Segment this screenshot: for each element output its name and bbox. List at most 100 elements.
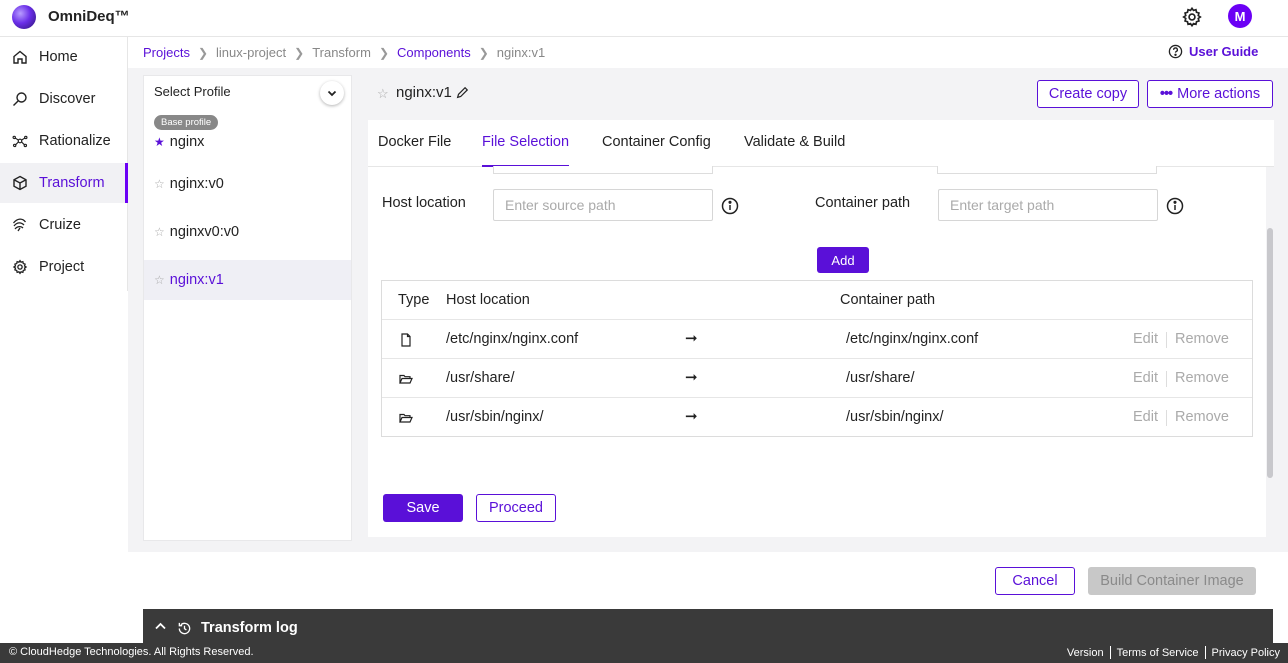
divider [1166,371,1167,387]
column-header-container: Container path [840,292,936,308]
user-avatar[interactable]: M [1228,4,1252,28]
tab-validate-build[interactable]: Validate & Build [744,134,845,167]
arrow-right-icon: ➞ [685,408,698,425]
discover-icon [12,91,28,107]
rationalize-icon [12,133,28,149]
sidebar-item-project[interactable]: Project [0,247,128,287]
divider [1109,646,1111,659]
host-path: /etc/nginx/nginx.conf [446,331,579,347]
star-outline-icon[interactable]: ☆ [154,177,165,191]
pencil-icon[interactable] [455,86,469,100]
sidebar-item-label: Transform [39,175,105,191]
profile-item-label: nginx:v0 [169,176,224,192]
profile-item-label: nginx:v1 [169,272,224,288]
sidebar-item-transform[interactable]: Transform [0,163,128,203]
breadcrumb-components[interactable]: Components [397,45,471,60]
sidebar-item-label: Cruize [39,217,81,233]
tab-docker-file[interactable]: Docker File [378,134,451,167]
sidebar-item-label: Project [39,259,85,275]
brand-name: OmniDeq™ [48,8,130,25]
remove-button[interactable]: Remove [1175,409,1229,425]
profile-panel: Select Profile Base profile ★ nginx ☆ ng… [143,75,352,541]
breadcrumb-project[interactable]: linux-project [216,45,286,60]
folder-open-icon [399,374,413,384]
info-icon[interactable] [1166,197,1184,215]
divider [1166,410,1167,426]
folder-open-icon [399,413,413,423]
sidebar-item-label: Discover [39,91,96,107]
edit-button[interactable]: Edit [1133,331,1158,347]
profile-item-active[interactable]: ☆ nginx:v1 [144,260,351,300]
clipped-input [937,166,1157,174]
cancel-button[interactable]: Cancel [995,567,1075,595]
dots-icon: ••• [1159,86,1173,102]
container-path: /etc/nginx/nginx.conf [846,331,979,347]
breadcrumb: Projects ❯ linux-project ❯ Transform ❯ C… [143,45,545,60]
remove-button[interactable]: Remove [1175,370,1229,386]
remove-button[interactable]: Remove [1175,331,1229,347]
table-row: /usr/share/ ➞ /usr/share/ Edit Remove [382,358,1252,397]
settings-gear-icon[interactable] [1181,6,1203,28]
version-link[interactable]: Version [1067,647,1104,659]
sidebar-item-discover[interactable]: Discover [0,79,128,119]
container-path-input[interactable] [938,189,1158,221]
star-outline-icon[interactable]: ☆ [154,273,165,287]
add-button[interactable]: Add [817,247,869,273]
edit-button[interactable]: Edit [1133,409,1158,425]
help-circle-icon [1168,44,1183,59]
profile-item[interactable]: ☆ nginxv0:v0 [144,212,351,252]
more-actions-button[interactable]: ••• More actions [1147,80,1273,108]
info-icon[interactable] [721,197,739,215]
chevron-right-icon: ❯ [197,45,209,60]
profile-item-label: nginx [169,134,205,150]
profile-select[interactable]: Select Profile [144,76,351,110]
profile-item[interactable]: ☆ nginx:v0 [144,164,351,204]
copyright-text: © CloudHedge Technologies. All Rights Re… [9,646,254,658]
chevron-right-icon: ❯ [478,45,489,60]
gear-icon [12,259,28,275]
host-location-input[interactable] [493,189,713,221]
terms-link[interactable]: Terms of Service [1117,647,1199,659]
tab-bar: Docker File File Selection Container Con… [368,120,1274,167]
breadcrumb-transform[interactable]: Transform [312,45,371,60]
cruize-icon [12,217,28,233]
save-button[interactable]: Save [383,494,463,522]
user-guide-link[interactable]: User Guide [1168,44,1258,59]
divider [1204,646,1206,659]
profile-select-label: Select Profile [154,84,231,99]
file-icon [401,333,411,347]
profile-item-label: nginxv0:v0 [169,224,240,240]
privacy-link[interactable]: Privacy Policy [1212,647,1280,659]
arrow-right-icon: ➞ [685,369,698,386]
profile-dropdown-button[interactable] [320,81,344,105]
sidebar-item-home[interactable]: Home [0,37,128,77]
sidebar-item-rationalize[interactable]: Rationalize [0,121,128,161]
sidebar-item-label: Rationalize [39,133,111,149]
create-copy-button[interactable]: Create copy [1037,80,1139,108]
table-row: /etc/nginx/nginx.conf ➞ /etc/nginx/nginx… [382,319,1252,358]
build-container-image-button[interactable]: Build Container Image [1088,567,1256,595]
container-path: /usr/sbin/nginx/ [846,409,944,425]
copyright-bar: © CloudHedge Technologies. All Rights Re… [0,643,1288,663]
tab-file-selection[interactable]: File Selection [482,134,570,167]
history-icon [178,622,191,635]
edit-button[interactable]: Edit [1133,370,1158,386]
chevron-up-icon[interactable] [155,622,166,630]
sidebar-item-cruize[interactable]: Cruize [0,205,128,245]
footer-actions: Cancel Build Container Image [0,552,1288,609]
user-guide-label: User Guide [1189,44,1259,59]
proceed-button[interactable]: Proceed [476,494,556,522]
profile-item[interactable]: ★ nginx [144,122,351,162]
star-outline-icon[interactable]: ☆ [377,86,389,102]
star-outline-icon[interactable]: ☆ [154,225,165,239]
transform-log-title: Transform log [201,620,298,636]
chevron-right-icon: ❯ [378,45,389,60]
transform-log-bar[interactable]: Transform log [143,609,1273,643]
star-filled-icon[interactable]: ★ [154,135,165,149]
scrollbar-thumb[interactable] [1267,228,1273,478]
breadcrumb-projects[interactable]: Projects [143,45,190,60]
tab-container-config[interactable]: Container Config [602,134,711,167]
cube-icon [12,175,28,191]
omnideq-logo[interactable] [12,5,36,29]
home-icon [12,49,28,65]
